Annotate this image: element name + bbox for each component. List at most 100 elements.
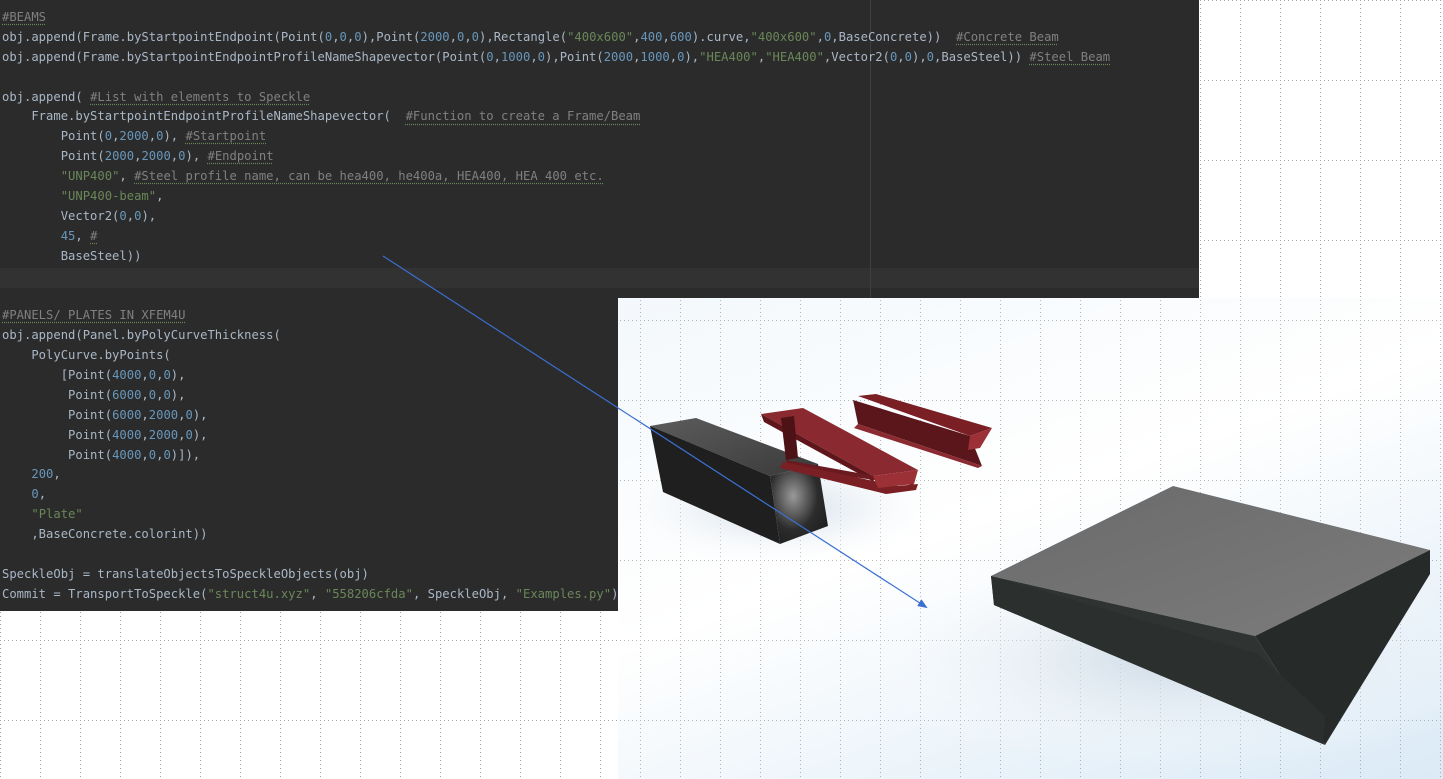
code-token: 2000	[141, 149, 171, 164]
code-token: ,	[816, 29, 824, 44]
code-token: Point(	[2, 407, 113, 422]
code-token: obj.append(	[2, 89, 91, 104]
code-token: 0	[185, 407, 193, 422]
code-line[interactable]: 45, #	[2, 227, 1110, 247]
code-token: ),	[911, 49, 927, 64]
code-token: "struct4u.xyz"	[207, 586, 311, 601]
code-token: "400x600"	[750, 29, 817, 44]
code-token: ,	[119, 169, 135, 184]
code-token: "UNP400-beam"	[60, 189, 157, 204]
code-token: ),	[163, 129, 186, 144]
code-token: 400	[640, 29, 663, 44]
code-token: #Steel Beam	[1029, 49, 1111, 64]
code-line[interactable]: Frame.byStartpointEndpointProfileNameSha…	[2, 107, 1110, 127]
code-token: 0	[31, 487, 39, 502]
code-token: Point(	[2, 149, 105, 164]
code-token: ,Vector2(	[823, 49, 890, 64]
code-token: #PANELS/ PLATES IN XFEM4U	[2, 308, 186, 323]
code-token: #	[90, 228, 98, 243]
code-token: 0	[471, 29, 480, 44]
code-line[interactable]: Point(0,2000,0), #Startpoint	[2, 127, 1110, 147]
code-line[interactable]: "UNP400", #Steel profile name, can be he…	[2, 167, 1110, 187]
code-token: 0	[926, 49, 935, 64]
code-token: 2000	[148, 407, 179, 422]
code-token: ,	[75, 228, 91, 243]
code-token: PolyCurve.byPoints(	[2, 348, 171, 363]
code-token: 2000	[603, 49, 634, 64]
code-token: 45	[60, 228, 76, 243]
code-token: SpeckleObj = translateObjectsToSpeckleOb…	[2, 566, 369, 581]
code-token: obj.append(Frame.byStartpointEndpoint(Po…	[2, 29, 325, 44]
code-line[interactable]	[2, 267, 1110, 287]
code-token: "400x600"	[567, 29, 634, 44]
code-line[interactable]: #BEAMS	[2, 8, 1110, 28]
code-token: ),	[192, 427, 208, 442]
code-token: "Examples.py"	[515, 586, 612, 601]
code-token: ,	[141, 387, 149, 402]
code-token: BaseSteel))	[2, 248, 142, 263]
code-line[interactable]	[2, 68, 1110, 88]
code-token: )]),	[170, 447, 201, 462]
code-token: ,	[332, 29, 340, 44]
code-line[interactable]: obj.append(Frame.byStartpointEndpoint(Po…	[2, 28, 1110, 48]
code-token: ,	[38, 487, 47, 502]
code-token: #Steel profile name, can be hea400, he40…	[134, 169, 604, 184]
code-token: ,	[53, 467, 61, 482]
code-line[interactable]: Vector2(0,0),	[2, 207, 1110, 227]
code-token: ,	[141, 368, 149, 383]
code-token: ,BaseSteel))	[934, 49, 1030, 64]
code-token: ,	[464, 29, 472, 44]
code-token: 0	[163, 447, 171, 462]
code-token: ),Point(	[545, 49, 604, 64]
code-token: 0	[148, 368, 157, 383]
code-token: obj.append(Panel.byPolyCurveThickness(	[2, 328, 281, 343]
code-token: #Startpoint	[185, 129, 267, 144]
code-line[interactable]: BaseSteel))	[2, 247, 1110, 267]
code-token: 4000	[112, 368, 142, 383]
code-token: 0	[354, 29, 362, 44]
code-token: "HEA400"	[765, 49, 824, 64]
code-token: ),	[684, 49, 700, 64]
code-token: 1000	[640, 49, 670, 64]
3d-viewport[interactable]	[618, 298, 1443, 779]
code-token: ),	[192, 407, 208, 422]
code-token: Point(	[2, 427, 113, 442]
code-token: Point(	[2, 447, 113, 462]
code-token: ),Rectangle(	[479, 29, 568, 44]
code-token: ),	[170, 368, 186, 383]
code-token: 6000	[112, 387, 142, 402]
code-token: 0	[537, 49, 546, 64]
code-token: 0	[486, 49, 494, 64]
code-token: 6000	[112, 407, 142, 422]
code-token: 0	[339, 29, 347, 44]
code-token: 4000	[112, 447, 142, 462]
code-token: 0	[163, 387, 171, 402]
code-token: ,	[530, 49, 538, 64]
code-token: 2000	[119, 129, 149, 144]
code-token: "HEA400"	[699, 49, 758, 64]
code-token: ).curve,	[691, 29, 751, 44]
code-token: 0	[185, 427, 193, 442]
code-line[interactable]: obj.append(Frame.byStartpointEndpointPro…	[2, 48, 1110, 68]
code-line[interactable]: obj.append( #List with elements to Speck…	[2, 88, 1110, 108]
code-token: ,BaseConcrete.colorint))	[2, 527, 208, 542]
code-token: , SpeckleObj,	[412, 586, 516, 601]
code-token: ),	[185, 149, 208, 164]
code-token: ,	[310, 586, 325, 601]
code-token: Point(	[2, 387, 113, 402]
code-token: 600	[669, 29, 692, 44]
code-token: 1000	[500, 49, 531, 64]
code-line[interactable]: "UNP400-beam",	[2, 187, 1110, 207]
code-token: 0	[904, 49, 912, 64]
code-token: 2000	[420, 29, 450, 44]
code-line[interactable]: Point(2000,2000,0), #Endpoint	[2, 147, 1110, 167]
code-token: 200	[31, 467, 54, 482]
code-token: "UNP400"	[60, 169, 120, 184]
code-token: #BEAMS	[2, 10, 47, 24]
code-token: ,	[141, 427, 149, 442]
code-token: Point(	[2, 129, 105, 144]
